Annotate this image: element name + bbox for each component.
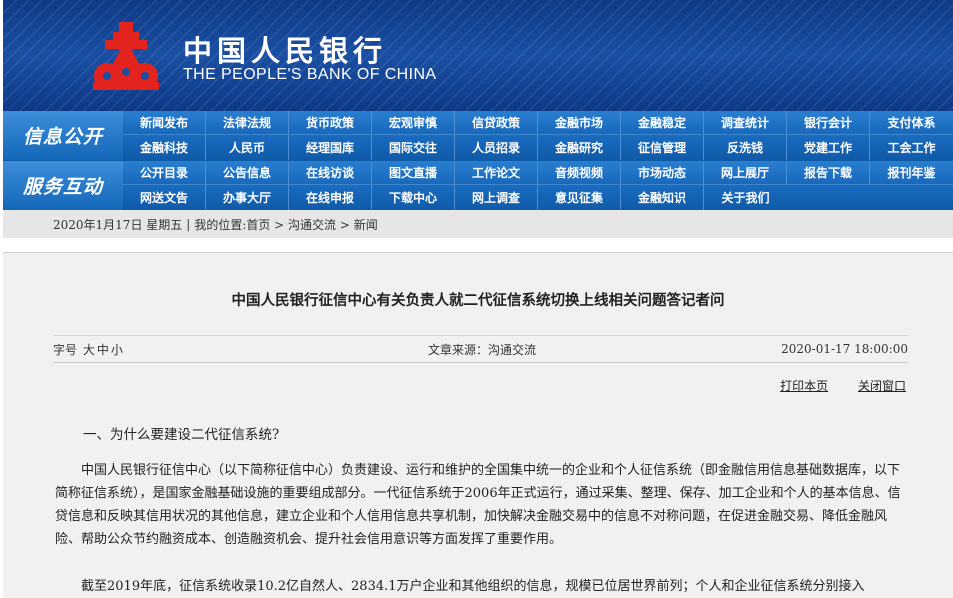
breadcrumb-location[interactable]: 我的位置:首页 > 沟通交流 > 新闻 <box>194 216 377 233</box>
close-window-link[interactable]: 关闭窗口 <box>858 379 906 393</box>
nav-info-item[interactable]: 人民币 <box>206 135 289 160</box>
nav-info-item[interactable]: 宏观审慎 <box>372 111 455 134</box>
bank-name-chinese[interactable]: 中国人民银行 <box>183 28 387 70</box>
nav-service-item[interactable]: 网送文告 <box>123 185 206 210</box>
nav-info-item[interactable]: 金融科技 <box>123 135 206 160</box>
nav-info-item[interactable]: 支付体系 <box>870 111 953 134</box>
article-title: 中国人民银行征信中心有关负责人就二代征信系统切换上线相关问题答记者问 <box>231 292 725 309</box>
nav-info-item[interactable]: 调查统计 <box>704 111 787 134</box>
nav-info-item[interactable]: 新闻发布 <box>123 111 206 134</box>
nav-service-item[interactable]: 意见征集 <box>538 185 621 210</box>
pboc-logo-icon[interactable] <box>91 20 161 92</box>
nav-service-item[interactable]: 市场动态 <box>621 161 704 184</box>
article-meta: 字号 大中小 文章来源：沟通交流 2020-01-17 18:00:00 <box>53 335 908 363</box>
nav-info-item[interactable]: 信贷政策 <box>455 111 538 134</box>
font-size-small-link[interactable]: 小 <box>111 343 123 357</box>
nav-row-service-1: 公开目录 公告信息 在线访谈 图文直播 工作论文 音频视频 市场动态 网上展厅 报告下载 报刊年鉴 <box>123 161 953 185</box>
breadcrumb: 2020年1月17日 星期五 | 我的位置:首页 > 沟通交流 > 新闻 <box>3 210 953 238</box>
site-header: 中国人民银行 THE PEOPLE'S BANK OF CHINA <box>3 0 953 111</box>
print-page-link[interactable]: 打印本页 <box>780 379 828 393</box>
font-size-label: 字号 <box>53 342 78 357</box>
nav-service-item[interactable]: 公告信息 <box>206 161 289 184</box>
nav-info-item[interactable]: 金融市场 <box>538 111 621 134</box>
nav-service-item[interactable]: 金融知识 <box>621 185 704 210</box>
breadcrumb-separator: | <box>186 217 191 231</box>
nav-info-item[interactable]: 人员招录 <box>455 135 538 160</box>
font-size-medium-link[interactable]: 中 <box>97 343 109 357</box>
nav-info-item[interactable]: 货币政策 <box>289 111 372 134</box>
nav-service-item[interactable]: 报刊年鉴 <box>870 161 953 184</box>
bank-name-english[interactable]: THE PEOPLE'S BANK OF CHINA <box>183 66 437 84</box>
article-actions: 打印本页 关闭窗口 <box>754 377 906 394</box>
article-datetime: 2020-01-17 18:00:00 <box>781 342 908 356</box>
nav-service-item[interactable]: 音频视频 <box>538 161 621 184</box>
article-source: 文章来源：沟通交流 <box>427 342 536 357</box>
nav-service-item[interactable]: 在线访谈 <box>289 161 372 184</box>
nav-row-service-2: 网送文告 办事大厅 在线申报 下载中心 网上调查 意见征集 金融知识 关于我们 <box>123 185 953 210</box>
nav-info-item[interactable]: 征信管理 <box>621 135 704 160</box>
nav-info-item[interactable]: 金融研究 <box>538 135 621 160</box>
font-size-large-link[interactable]: 大 <box>83 343 95 357</box>
nav-block-info: 信息公开 新闻发布 法律法规 货币政策 宏观审慎 信贷政策 金融市场 金融稳定 调查统计 银行会… <box>3 111 953 160</box>
nav-info-item[interactable]: 工会工作 <box>870 135 953 160</box>
current-date: 2020年1月17日 星期五 <box>53 217 183 232</box>
nav-section-info-label[interactable]: 信息公开 <box>3 111 123 160</box>
article-panel: 中国人民银行征信中心有关负责人就二代征信系统切换上线相关问题答记者问 字号 大中… <box>3 252 953 598</box>
nav-service-item[interactable]: 报告下载 <box>787 161 870 184</box>
nav-service-item[interactable]: 工作论文 <box>455 161 538 184</box>
nav-service-item[interactable]: 公开目录 <box>123 161 206 184</box>
main-navigation: 信息公开 新闻发布 法律法规 货币政策 宏观审慎 信贷政策 金融市场 金融稳定 调查统计 银行会… <box>3 111 953 210</box>
nav-service-item[interactable]: 网上调查 <box>455 185 538 210</box>
nav-row-info-2: 金融科技 人民币 经理国库 国际交往 人员招录 金融研究 征信管理 反洗钱 党建工作 工会工作 <box>123 135 953 160</box>
nav-info-item[interactable]: 银行会计 <box>787 111 870 134</box>
nav-service-item[interactable]: 图文直播 <box>372 161 455 184</box>
nav-info-item[interactable]: 党建工作 <box>787 135 870 160</box>
nav-info-item[interactable]: 国际交往 <box>372 135 455 160</box>
section-heading: 一、为什么要建设二代征信系统? <box>83 427 280 443</box>
nav-info-item[interactable]: 法律法规 <box>206 111 289 134</box>
nav-info-item[interactable]: 金融稳定 <box>621 111 704 134</box>
nav-row-info-1: 新闻发布 法律法规 货币政策 宏观审慎 信贷政策 金融市场 金融稳定 调查统计 银行会计 支付体系 <box>123 111 953 135</box>
nav-info-item[interactable]: 反洗钱 <box>704 135 787 160</box>
nav-info-item[interactable]: 经理国库 <box>289 135 372 160</box>
nav-service-item[interactable]: 办事大厅 <box>206 185 289 210</box>
font-size-control: 字号 大中小 <box>53 341 123 358</box>
nav-service-item[interactable]: 在线申报 <box>289 185 372 210</box>
nav-section-service-label[interactable]: 服务互动 <box>3 161 123 210</box>
nav-block-service: 服务互动 公开目录 公告信息 在线访谈 图文直播 工作论文 音频视频 市场动态 网上展厅 报告下… <box>3 161 953 210</box>
nav-service-item[interactable]: 关于我们 <box>704 185 787 210</box>
nav-service-item[interactable]: 下载中心 <box>372 185 455 210</box>
nav-service-item[interactable]: 网上展厅 <box>704 161 787 184</box>
article-paragraph: 截至2019年底，征信系统收录10.2亿自然人、2834.1万户企业和其他组织的… <box>81 579 865 594</box>
article-paragraph: 中国人民银行征信中心（以下简称征信中心）负责建设、运行和维护的全国集中统一的企业… <box>55 463 901 547</box>
